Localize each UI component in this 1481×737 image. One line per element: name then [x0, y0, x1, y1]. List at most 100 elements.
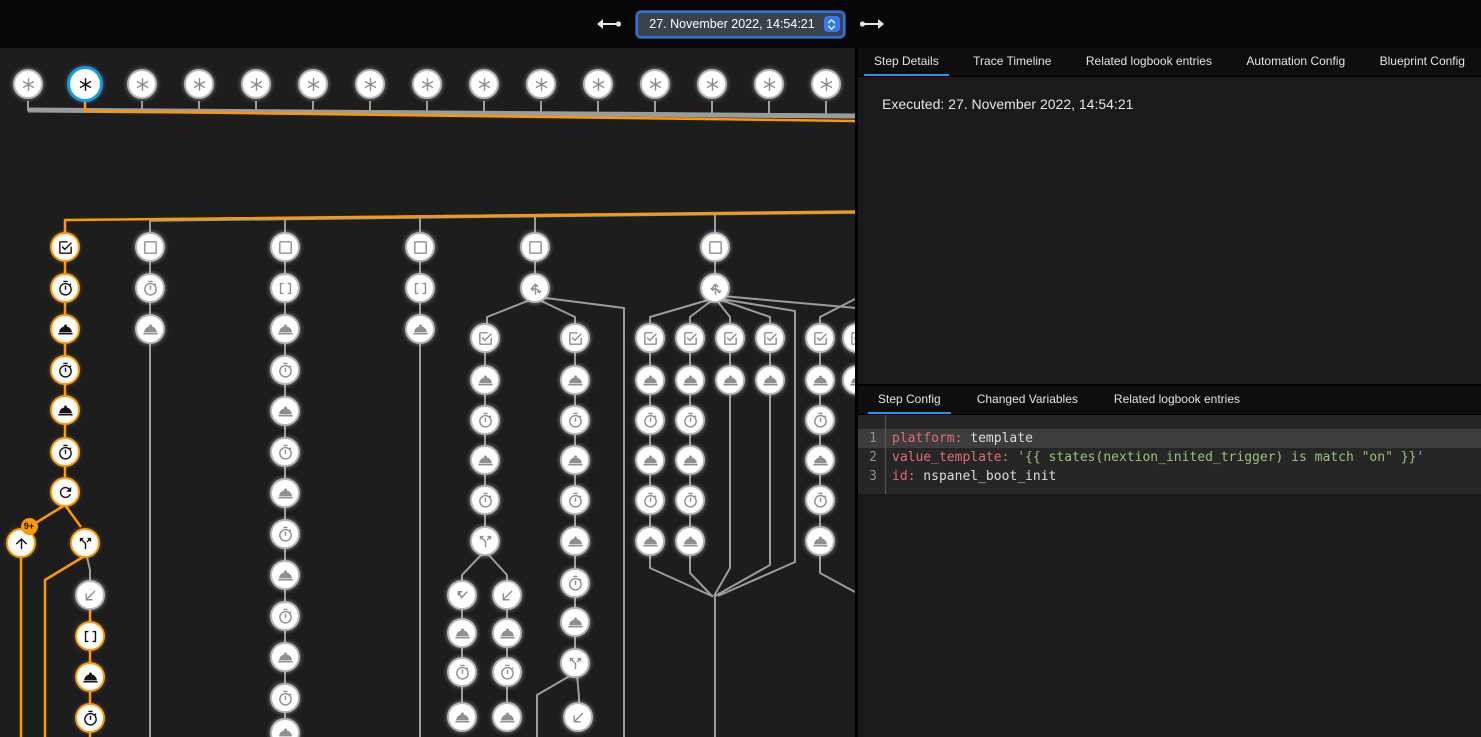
- step-config-editor[interactable]: 1platform: template2value_template: '{{ …: [858, 415, 1481, 494]
- delay-node[interactable]: [270, 437, 300, 467]
- delay-node[interactable]: [50, 355, 80, 385]
- service-call-node[interactable]: [270, 314, 300, 344]
- service-call-node[interactable]: [560, 445, 590, 475]
- trigger-node[interactable]: [13, 69, 43, 99]
- wait-template-node[interactable]: [75, 621, 105, 651]
- choose-node[interactable]: [520, 273, 550, 303]
- condition-option-node[interactable]: [715, 323, 745, 353]
- repeat-node[interactable]: [50, 477, 80, 507]
- branch-exit-node[interactable]: [75, 580, 105, 610]
- service-call-node[interactable]: [470, 365, 500, 395]
- next-run-button[interactable]: [859, 17, 886, 31]
- service-call-node[interactable]: [560, 365, 590, 395]
- tab-changed-variables[interactable]: Changed Variables: [967, 386, 1088, 414]
- branch-taken-node[interactable]: [447, 580, 477, 610]
- service-call-node[interactable]: [560, 526, 590, 556]
- trigger-node[interactable]: [355, 69, 385, 99]
- delay-node[interactable]: [635, 405, 665, 435]
- delay-node[interactable]: [447, 657, 477, 687]
- condition-option-node[interactable]: [635, 323, 665, 353]
- service-call-node[interactable]: [675, 445, 705, 475]
- choose-node[interactable]: [700, 273, 730, 303]
- service-call-node[interactable]: [755, 365, 785, 395]
- service-call-node[interactable]: [492, 618, 522, 648]
- service-call-node[interactable]: [675, 526, 705, 556]
- split-node[interactable]: [70, 528, 100, 558]
- condition-option-node[interactable]: [755, 323, 785, 353]
- trigger-node[interactable]: [412, 69, 442, 99]
- service-call-node[interactable]: [270, 560, 300, 590]
- delay-node[interactable]: [50, 273, 80, 303]
- trigger-node[interactable]: [640, 69, 670, 99]
- service-call-node[interactable]: [50, 395, 80, 425]
- delay-node[interactable]: [270, 355, 300, 385]
- delay-node[interactable]: [50, 437, 80, 467]
- service-call-node[interactable]: [270, 642, 300, 672]
- trigger-selected-node[interactable]: [67, 66, 103, 102]
- service-call-node[interactable]: [635, 365, 665, 395]
- iteration-count-badge[interactable]: 9+: [21, 518, 38, 535]
- service-call-node[interactable]: [635, 445, 665, 475]
- service-call-node[interactable]: [270, 478, 300, 508]
- condition-passed-node[interactable]: [50, 232, 80, 262]
- trigger-node[interactable]: [697, 69, 727, 99]
- delay-node[interactable]: [75, 703, 105, 733]
- split-node[interactable]: [470, 526, 500, 556]
- tab-step-config[interactable]: Step Config: [868, 386, 951, 414]
- service-call-node[interactable]: [75, 662, 105, 692]
- service-call-node[interactable]: [470, 445, 500, 475]
- service-call-node[interactable]: [270, 396, 300, 426]
- service-call-node[interactable]: [135, 314, 165, 344]
- condition-option-node[interactable]: [560, 323, 590, 353]
- panel-divider[interactable]: [855, 48, 858, 737]
- service-call-node[interactable]: [560, 607, 590, 637]
- condition-node[interactable]: [270, 232, 300, 262]
- tab-trace-timeline[interactable]: Trace Timeline: [963, 48, 1061, 76]
- service-call-node[interactable]: [805, 445, 835, 475]
- tab-step-details[interactable]: Step Details: [864, 48, 949, 76]
- trigger-node[interactable]: [811, 69, 841, 99]
- service-call-node[interactable]: [675, 365, 705, 395]
- condition-option-node[interactable]: [805, 323, 835, 353]
- condition-node[interactable]: [700, 232, 730, 262]
- branch-exit-node[interactable]: [563, 702, 593, 732]
- tab-related-logbook-entries[interactable]: Related logbook entries: [1076, 48, 1222, 76]
- trigger-node[interactable]: [583, 69, 613, 99]
- condition-option-node[interactable]: [470, 323, 500, 353]
- condition-node[interactable]: [135, 232, 165, 262]
- delay-node[interactable]: [675, 405, 705, 435]
- delay-node[interactable]: [135, 273, 165, 303]
- previous-run-button[interactable]: [595, 17, 622, 31]
- trigger-node[interactable]: [469, 69, 499, 99]
- trigger-node[interactable]: [127, 69, 157, 99]
- delay-node[interactable]: [675, 485, 705, 515]
- trigger-node[interactable]: [184, 69, 214, 99]
- delay-node[interactable]: [470, 405, 500, 435]
- tab-blueprint-config[interactable]: Blueprint Config: [1370, 48, 1475, 76]
- trigger-node[interactable]: [298, 69, 328, 99]
- delay-node[interactable]: [270, 683, 300, 713]
- service-call-node[interactable]: [805, 365, 835, 395]
- condition-node[interactable]: [405, 232, 435, 262]
- wait-template-node[interactable]: [270, 273, 300, 303]
- service-call-node[interactable]: [635, 526, 665, 556]
- delay-node[interactable]: [805, 405, 835, 435]
- delay-node[interactable]: [492, 657, 522, 687]
- wait-template-node[interactable]: [405, 273, 435, 303]
- trigger-node[interactable]: [754, 69, 784, 99]
- branch-exit-node[interactable]: [492, 580, 522, 610]
- delay-node[interactable]: [270, 601, 300, 631]
- condition-node[interactable]: [520, 232, 550, 262]
- service-call-node[interactable]: [50, 314, 80, 344]
- delay-node[interactable]: [635, 485, 665, 515]
- delay-node[interactable]: [560, 568, 590, 598]
- service-call-node[interactable]: [715, 365, 745, 395]
- trigger-node[interactable]: [526, 69, 556, 99]
- delay-node[interactable]: [560, 485, 590, 515]
- delay-node[interactable]: [805, 485, 835, 515]
- tab-automation-config[interactable]: Automation Config: [1236, 48, 1355, 76]
- service-call-node[interactable]: [492, 702, 522, 732]
- trigger-node[interactable]: [241, 69, 271, 99]
- service-call-node[interactable]: [805, 526, 835, 556]
- service-call-node[interactable]: [405, 314, 435, 344]
